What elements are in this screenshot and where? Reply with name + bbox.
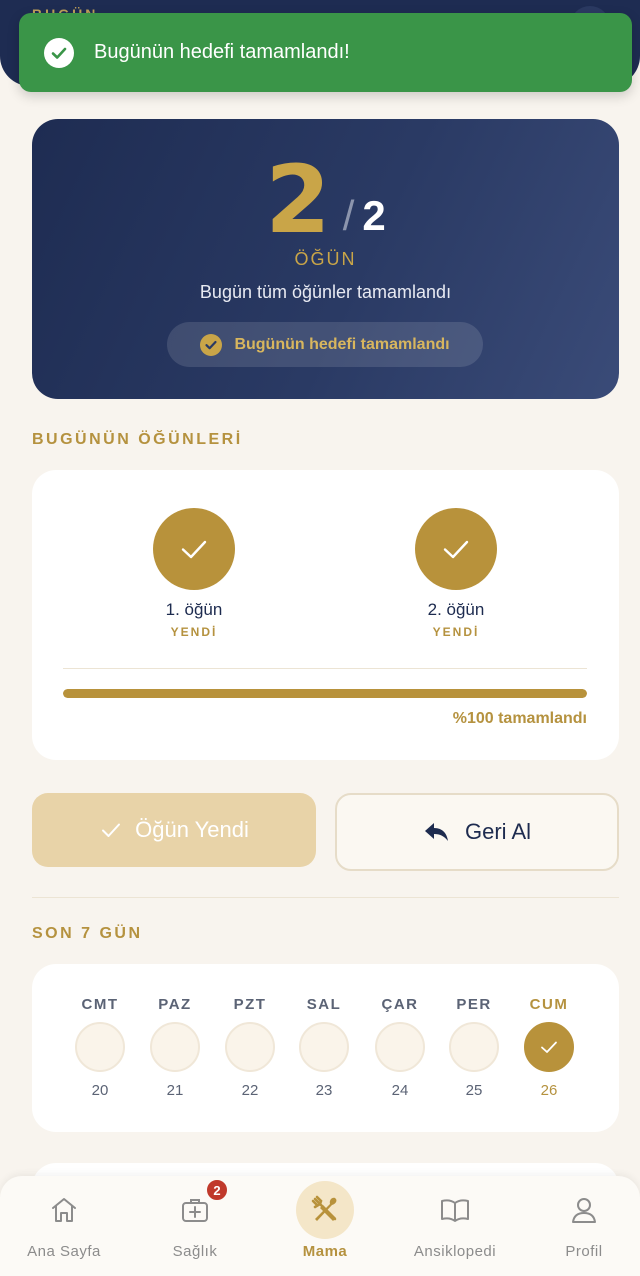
bottom-nav: Ana Sayfa 2 Sağlık Mama Ansiklopedi Prof… bbox=[0, 1176, 640, 1276]
day-item[interactable]: CMT 20 bbox=[70, 996, 130, 1099]
meal-status: YENDİ bbox=[432, 625, 480, 639]
nav-item-encyclopedia[interactable]: Ansiklopedi bbox=[391, 1176, 519, 1276]
divider bbox=[32, 897, 619, 898]
day-indicator bbox=[225, 1022, 275, 1072]
total-count: 2 bbox=[362, 192, 386, 239]
day-number: 25 bbox=[465, 1082, 483, 1099]
day-number: 26 bbox=[540, 1082, 558, 1099]
meal-item-2[interactable]: 2. öğün YENDİ bbox=[376, 508, 536, 639]
meal-eaten-button[interactable]: Öğün Yendi bbox=[32, 793, 316, 867]
meal-check-icon bbox=[153, 508, 235, 590]
day-number: 23 bbox=[315, 1082, 333, 1099]
meal-count: 2 / 2 bbox=[32, 146, 619, 255]
daily-summary-card: 2 / 2 ÖĞÜN Bugün tüm öğünler tamamlandı … bbox=[32, 119, 619, 399]
meal-status: YENDİ bbox=[170, 625, 218, 639]
nav-item-profile[interactable]: Profil bbox=[520, 1176, 640, 1276]
count-separator: / bbox=[342, 192, 355, 239]
day-indicator bbox=[299, 1022, 349, 1072]
day-number: 22 bbox=[241, 1082, 259, 1099]
progress-bar bbox=[63, 689, 587, 698]
goal-complete-badge: Bugünün hedefi tamamlandı bbox=[167, 322, 483, 367]
user-icon bbox=[564, 1190, 604, 1230]
nav-item-home[interactable]: Ana Sayfa bbox=[0, 1176, 128, 1276]
day-label: SAL bbox=[306, 996, 342, 1013]
notification-badge: 2 bbox=[205, 1178, 229, 1202]
home-icon bbox=[44, 1190, 84, 1230]
nav-item-food[interactable]: Mama bbox=[261, 1176, 389, 1276]
day-number: 24 bbox=[391, 1082, 409, 1099]
fork-knife-icon bbox=[305, 1190, 345, 1230]
day-label: PAZ bbox=[158, 996, 192, 1013]
meals-section-title: BUGÜNÜN ÖĞÜNLERİ bbox=[32, 431, 243, 448]
success-toast: Bugünün hedefi tamamlandı! bbox=[19, 13, 632, 92]
check-circle-icon bbox=[200, 333, 223, 356]
day-item-today[interactable]: CUM 26 bbox=[519, 996, 579, 1099]
day-label: CMT bbox=[81, 996, 119, 1013]
meal-item-1[interactable]: 1. öğün YENDİ bbox=[114, 508, 274, 639]
week-section-title: SON 7 GÜN bbox=[32, 925, 143, 942]
undo-label: Geri Al bbox=[464, 819, 532, 844]
day-item[interactable]: PZT 22 bbox=[220, 996, 280, 1099]
meal-check-icon bbox=[415, 508, 497, 590]
book-icon bbox=[435, 1190, 475, 1230]
day-item[interactable]: SAL 23 bbox=[294, 996, 354, 1099]
check-circle-icon bbox=[44, 37, 74, 68]
meal-name: 2. öğün bbox=[427, 600, 485, 619]
count-unit: ÖĞÜN bbox=[294, 249, 357, 269]
day-item[interactable]: PAZ 21 bbox=[145, 996, 205, 1099]
day-item[interactable]: ÇAR 24 bbox=[370, 996, 430, 1099]
day-check-icon bbox=[524, 1022, 574, 1072]
day-label: PZT bbox=[233, 996, 267, 1013]
week-card: CMT 20 PAZ 21 PZT 22 SAL 23 ÇAR 24 PER 2… bbox=[32, 964, 619, 1132]
nav-label: Ana Sayfa bbox=[27, 1243, 101, 1260]
nav-item-health[interactable]: 2 Sağlık bbox=[131, 1176, 259, 1276]
progress-label: %100 tamamlandı bbox=[452, 710, 587, 727]
day-indicator bbox=[150, 1022, 200, 1072]
nav-label: Profil bbox=[565, 1243, 603, 1260]
check-icon bbox=[102, 823, 121, 837]
toast-message: Bugünün hedefi tamamlandı! bbox=[94, 41, 350, 63]
day-number: 21 bbox=[166, 1082, 184, 1099]
meal-eaten-label: Öğün Yendi bbox=[135, 817, 249, 842]
nav-label: Mama bbox=[302, 1243, 348, 1260]
summary-subtitle: Bugün tüm öğünler tamamlandı bbox=[199, 282, 452, 302]
day-item[interactable]: PER 25 bbox=[444, 996, 504, 1099]
divider bbox=[63, 668, 587, 669]
day-indicator bbox=[75, 1022, 125, 1072]
day-label: CUM bbox=[529, 996, 569, 1013]
undo-button[interactable]: Geri Al bbox=[335, 793, 619, 871]
day-indicator bbox=[375, 1022, 425, 1072]
meals-card: 1. öğün YENDİ 2. öğün YENDİ %100 tamamla… bbox=[32, 470, 619, 760]
completed-count: 2 bbox=[265, 146, 331, 255]
day-number: 20 bbox=[91, 1082, 109, 1099]
goal-badge-text: Bugünün hedefi tamamlandı bbox=[234, 335, 450, 353]
day-indicator bbox=[449, 1022, 499, 1072]
nav-label: Ansiklopedi bbox=[413, 1243, 497, 1260]
progress-fill bbox=[63, 689, 587, 698]
day-label: ÇAR bbox=[381, 996, 419, 1013]
day-label: PER bbox=[456, 996, 492, 1013]
meal-name: 1. öğün bbox=[165, 600, 223, 619]
undo-arrow-icon bbox=[424, 823, 448, 841]
nav-label: Sağlık bbox=[172, 1243, 218, 1260]
